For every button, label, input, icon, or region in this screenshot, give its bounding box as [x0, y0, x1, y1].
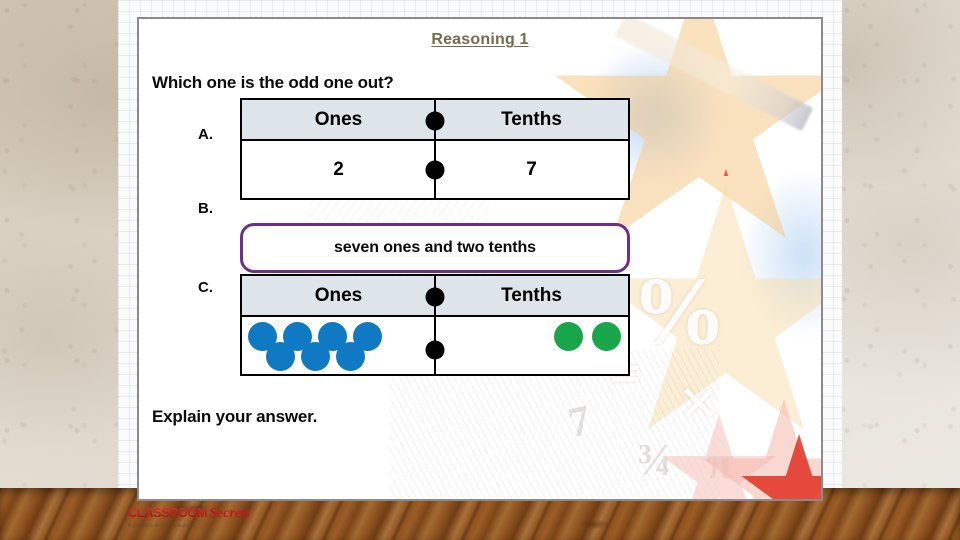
header-cell-ones: Ones	[242, 276, 435, 315]
option-b-text: seven ones and two tenths	[334, 239, 536, 256]
footer-branding: CLASSROOM Secrets © Classroom Secrets Li…	[128, 506, 278, 529]
header-cell-ones: Ones	[242, 100, 435, 139]
tenths-counter	[553, 322, 583, 351]
ones-counter	[266, 342, 295, 371]
decimal-point-dot-body	[425, 340, 445, 360]
question-text: Which one is the odd one out?	[152, 73, 394, 92]
tenths-counters-group	[532, 317, 629, 374]
ones-counter	[336, 342, 365, 371]
copyright-text: © Classroom Secrets Limited 2019	[128, 523, 196, 528]
option-c-label: C.	[198, 279, 213, 296]
counters-cell-ones	[242, 317, 435, 374]
header-cell-tenths: Tenths	[435, 276, 628, 315]
counters-cell-tenths	[435, 317, 628, 374]
header-cell-tenths: Tenths	[435, 100, 628, 139]
value-ones: 2	[333, 158, 344, 180]
decimal-point-dot-body	[425, 160, 445, 180]
option-c-place-value-table: Ones Tenths	[240, 274, 630, 376]
header-label-ones: Ones	[314, 108, 363, 130]
option-b-word-card: seven ones and two tenths	[240, 223, 630, 273]
option-b-label: B.	[198, 200, 213, 217]
logo-primary-text: CLASSROOM	[128, 505, 208, 520]
ones-counter	[301, 342, 330, 371]
header-label-tenths: Tenths	[501, 284, 562, 306]
slide-content: Reasoning 1 Which one is the odd one out…	[139, 19, 821, 499]
value-tenths: 7	[526, 158, 537, 180]
value-cell-tenths: 7	[435, 141, 628, 198]
decimal-point-dot-header	[425, 111, 445, 131]
slide-stage: % × = ¾ π 7 2 3 Reasoning 1 Which one is…	[0, 0, 960, 540]
explain-prompt: Explain your answer.	[152, 407, 318, 426]
option-a-label: A.	[198, 126, 213, 143]
logo-secondary-text: Secrets	[209, 506, 251, 521]
decimal-point-dot-header	[425, 287, 445, 307]
presentation-slide: % × = ¾ π 7 2 3 Reasoning 1 Which one is…	[137, 17, 823, 501]
value-cell-ones: 2	[242, 141, 435, 198]
header-label-ones: Ones	[314, 284, 363, 306]
tenths-counter	[591, 322, 621, 351]
slide-title: Reasoning 1	[431, 31, 529, 48]
classroom-secrets-logo: CLASSROOM Secrets	[128, 506, 278, 521]
header-label-tenths: Tenths	[501, 108, 562, 130]
ones-counters-group	[242, 317, 382, 374]
option-a-place-value-table: Ones Tenths 2 7	[240, 98, 630, 200]
